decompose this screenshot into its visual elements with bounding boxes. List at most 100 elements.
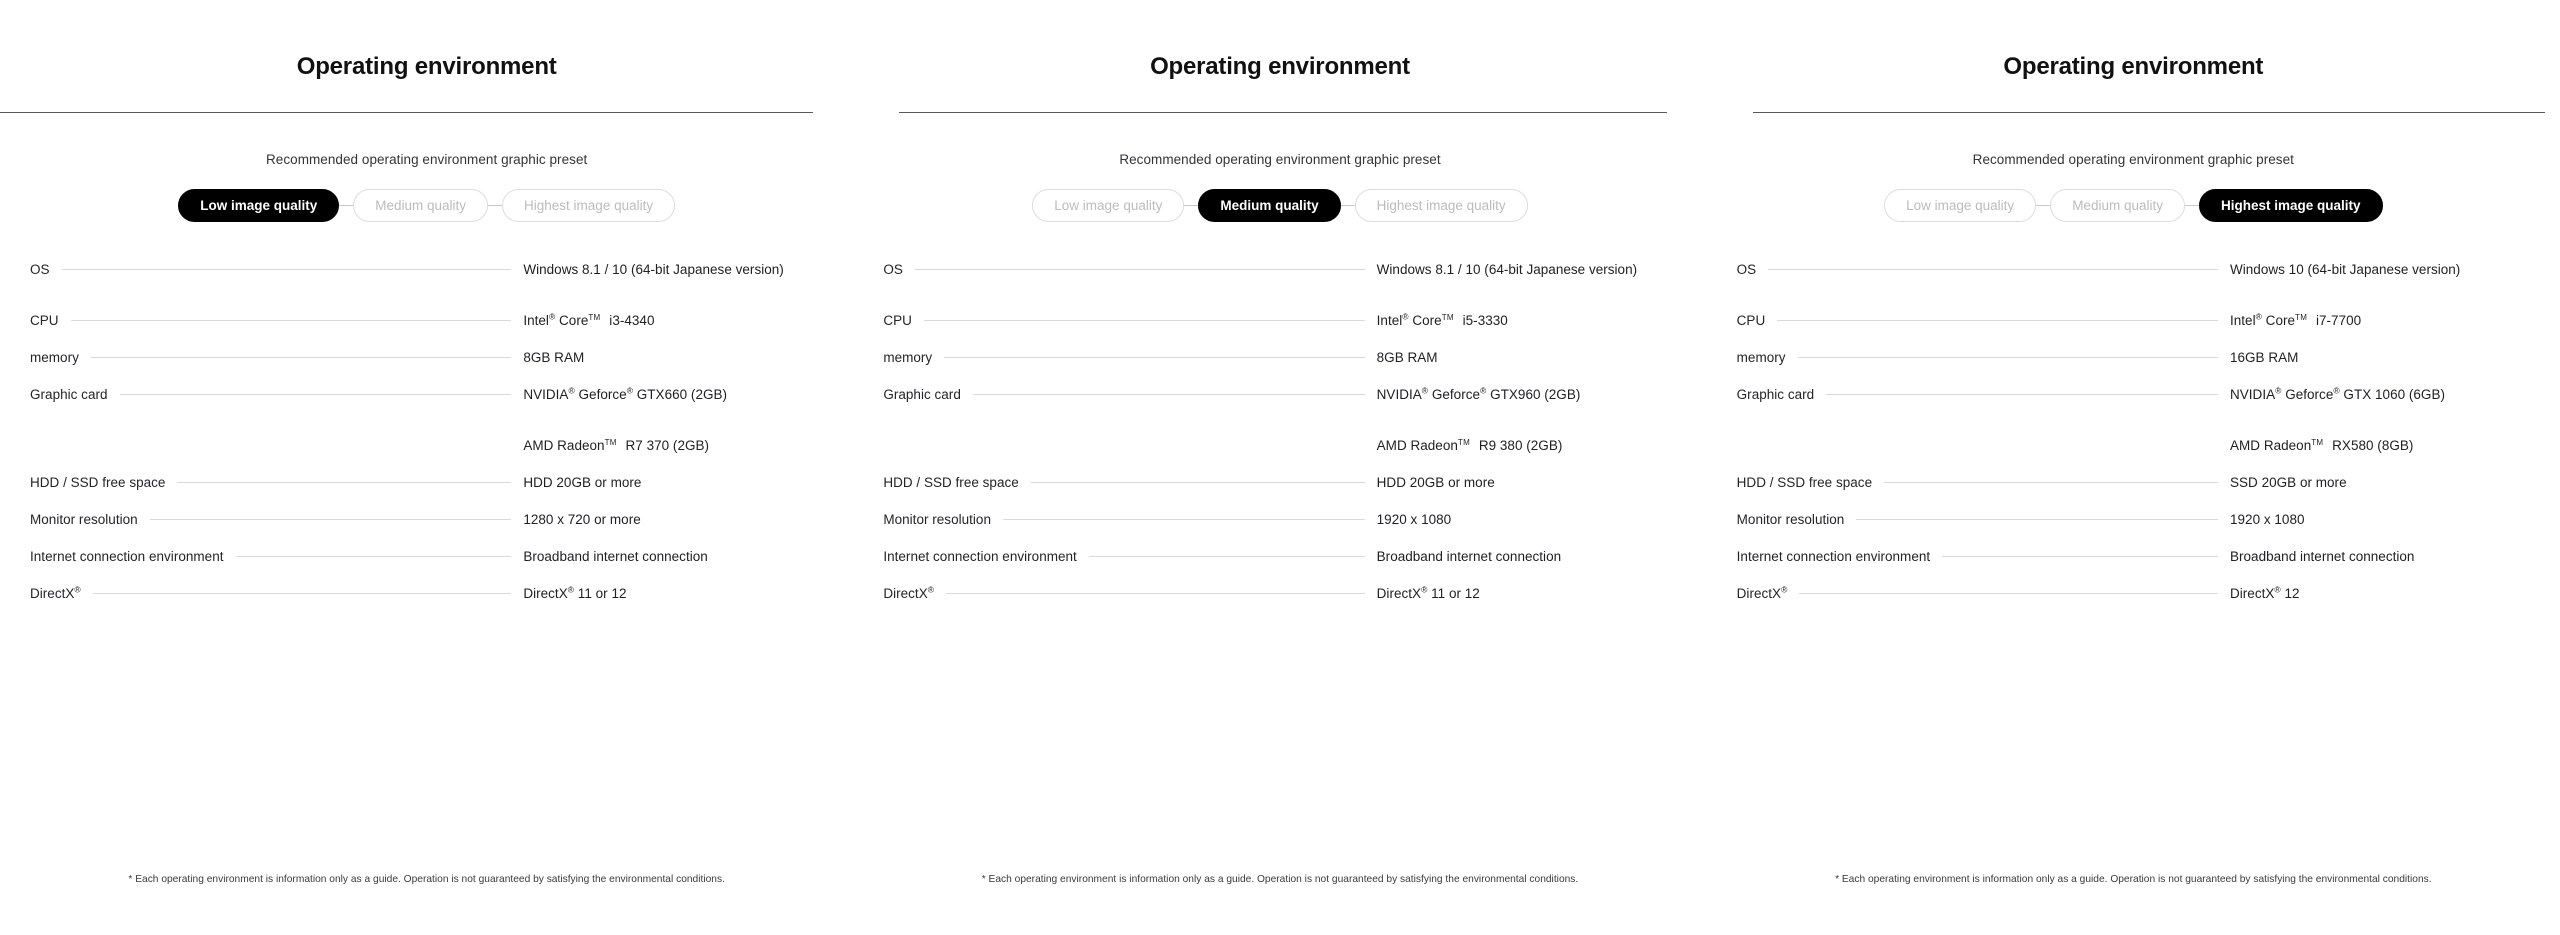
spec-row: Internet connection environment Broadband… — [30, 549, 823, 575]
spec-leader-line — [1826, 394, 2218, 395]
preset-pill-2[interactable]: Medium quality — [1198, 189, 1341, 222]
pill-connector — [1340, 205, 1355, 206]
trademark-mark: TM — [604, 437, 617, 447]
spec-label: HDD / SSD free space — [30, 475, 166, 490]
spec-table: OS Windows 8.1 / 10 (64-bit Japanese vers… — [30, 262, 823, 612]
spec-value: 8GB RAM — [523, 350, 585, 365]
spec-label: HDD / SSD free space — [883, 475, 1019, 490]
spec-leader-line — [972, 394, 1365, 395]
preset-pill-2[interactable]: Medium quality — [2050, 189, 2185, 222]
pill-connector — [2036, 205, 2051, 206]
pill-connector — [2184, 205, 2199, 206]
spec-leader-line — [1088, 556, 1365, 557]
preset-pill-1[interactable]: Low image quality — [1032, 189, 1185, 222]
preset-pill-1[interactable]: Low image quality — [1884, 189, 2037, 222]
panel-1: Operating environment Recommended operati… — [0, 0, 853, 935]
spec-row: DirectX® DirectX® 11 or 12 — [30, 585, 823, 612]
spec-row: AMD RadeonTM R7 370 (2GB) — [30, 438, 823, 464]
preset-pill-1[interactable]: Low image quality — [178, 189, 340, 222]
registered-mark: ® — [1421, 385, 1429, 396]
spec-row: memory 8GB RAM — [30, 350, 823, 376]
spec-leader-line — [1777, 320, 2218, 321]
spec-value: DirectX® 12 — [2229, 584, 2300, 601]
preset-caption: Recommended operating environment graphi… — [265, 152, 588, 167]
footnote: * Each operating environment is informat… — [981, 874, 1579, 886]
spec-label: OS — [883, 262, 903, 277]
spec-leader-line — [1768, 269, 2218, 270]
spec-leader-line — [1749, 445, 2218, 446]
spec-label: Internet connection environment — [883, 549, 1077, 564]
page-title: Operating environment — [1150, 53, 1410, 80]
spec-value: HDD 20GB or more — [523, 475, 642, 490]
spec-leader-line — [149, 519, 512, 520]
pill-connector — [1184, 205, 1199, 206]
spec-leader-line — [177, 482, 512, 483]
registered-mark: ® — [2274, 584, 2281, 595]
preset-pill-2[interactable]: Medium quality — [353, 189, 489, 222]
spec-row: Monitor resolution 1920 x 1080 — [883, 512, 1676, 538]
registered-mark: ® — [927, 584, 935, 595]
spec-value: Windows 8.1 / 10 (64-bit Japanese versio… — [523, 262, 784, 277]
preset-pill-3[interactable]: Highest image quality — [1354, 189, 1528, 222]
spec-row: Graphic card NVIDIA® Geforce® GTX960 (2GB… — [883, 385, 1676, 413]
trademark-mark: TM — [2295, 312, 2308, 322]
spec-row: OS Windows 8.1 / 10 (64-bit Japanese vers… — [883, 262, 1676, 288]
spec-label: OS — [30, 262, 50, 277]
spec-value: NVIDIA® Geforce® GTX960 (2GB) — [1376, 385, 1581, 402]
spec-row: HDD / SSD free space HDD 20GB or more — [883, 475, 1676, 501]
spec-value: SSD 20GB or more — [2229, 475, 2347, 490]
spec-label: memory — [1736, 350, 1786, 365]
registered-mark: ® — [1402, 311, 1409, 322]
preset-pill-3[interactable]: Highest image quality — [2198, 189, 2383, 222]
registered-mark: ® — [1421, 584, 1428, 595]
spec-value: 1280 x 720 or more — [523, 512, 641, 527]
spec-value: 16GB RAM — [2229, 350, 2299, 365]
registered-mark: ® — [626, 385, 633, 396]
spec-value: HDD 20GB or more — [1376, 475, 1495, 490]
spec-label: Graphic card — [30, 387, 108, 402]
preset-selector: Low image quality Medium quality Highest i… — [883, 189, 1676, 222]
spec-value: Windows 8.1 / 10 (64-bit Japanese versio… — [1376, 262, 1638, 277]
spec-leader-line — [923, 320, 1365, 321]
spec-value: AMD RadeonTM RX580 (8GB) — [2229, 437, 2414, 453]
spec-leader-line — [946, 593, 1365, 594]
spec-label: CPU — [883, 313, 912, 328]
spec-row: Graphic card NVIDIA® Geforce® GTX660 (2GB… — [30, 385, 823, 413]
spec-label: Graphic card — [1736, 387, 1815, 402]
trademark-mark: TM — [1441, 312, 1454, 322]
spec-table: OS Windows 10 (64-bit Japanese version) CP… — [1737, 262, 2530, 612]
pill-connector — [339, 205, 354, 206]
spec-leader-line — [70, 320, 512, 321]
spec-row: Monitor resolution 1920 x 1080 — [1737, 512, 2530, 538]
spec-leader-line — [944, 357, 1365, 358]
trademark-mark: TM — [1457, 437, 1471, 447]
spec-row: memory 8GB RAM — [883, 350, 1676, 376]
spec-row: Graphic card NVIDIA® Geforce® GTX 1060 (6… — [1736, 385, 2530, 413]
spec-leader-line — [61, 269, 512, 270]
footnote: * Each operating environment is informat… — [1835, 874, 2432, 886]
page-title: Operating environment — [2003, 53, 2264, 80]
spec-row: CPU Intel® CoreTM i7-7700 — [1737, 311, 2530, 339]
panel-2: Operating environment Recommended operati… — [853, 0, 1706, 935]
registered-mark: ® — [2255, 311, 2262, 322]
spec-label: HDD / SSD free space — [1736, 475, 1873, 490]
spec-value: Intel® CoreTM i7-7700 — [2229, 311, 2362, 328]
footnote: * Each operating environment is informat… — [128, 874, 725, 886]
spec-leader-line — [1884, 482, 2218, 483]
spec-value: Broadband internet connection — [2229, 549, 2415, 564]
spec-value: NVIDIA® Geforce® GTX660 (2GB) — [523, 385, 728, 402]
spec-table: OS Windows 8.1 / 10 (64-bit Japanese vers… — [883, 262, 1676, 612]
spec-row: HDD / SSD free space SSD 20GB or more — [1737, 475, 2530, 501]
registered-mark: ® — [2333, 385, 2340, 396]
spec-value: Intel® CoreTM i5-3330 — [1376, 311, 1508, 328]
spec-label: Monitor resolution — [30, 512, 138, 527]
preset-pill-3[interactable]: Highest image quality — [502, 189, 676, 222]
spec-row: Internet connection environment Broadband… — [1737, 549, 2530, 575]
spec-row: DirectX® DirectX® 11 or 12 — [883, 584, 1676, 612]
spec-leader-line — [92, 593, 512, 594]
spec-row: HDD / SSD free space HDD 20GB or more — [30, 475, 823, 501]
spec-row: AMD RadeonTM RX580 (8GB) — [1737, 438, 2530, 464]
spec-leader-line — [914, 269, 1365, 270]
spec-row: CPU Intel® CoreTM i5-3330 — [883, 311, 1676, 339]
spec-row: DirectX® DirectX® 12 — [1737, 584, 2530, 612]
